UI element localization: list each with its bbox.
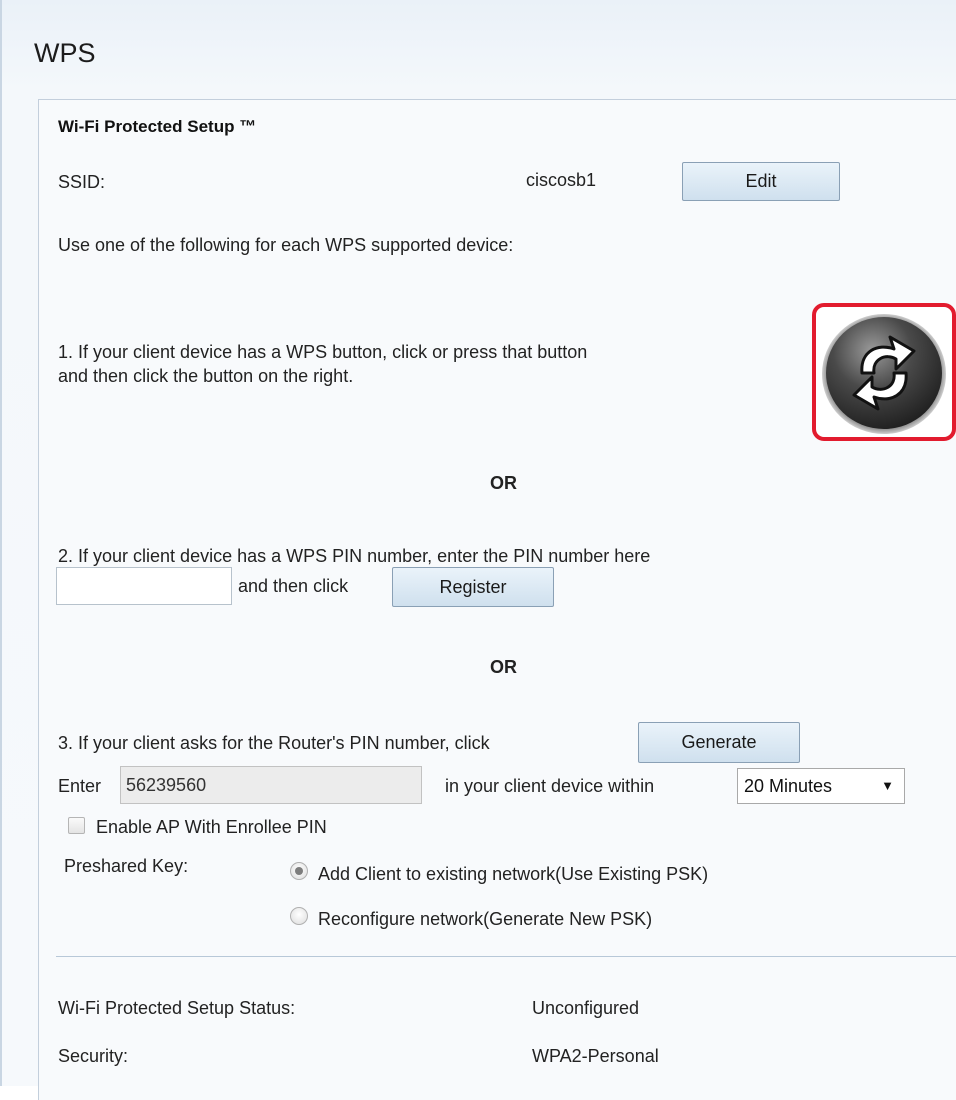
ssid-label: SSID: <box>58 172 106 192</box>
enable-enrollee-checkbox[interactable] <box>68 817 85 834</box>
option3-text: 3. If your client asks for the Router's … <box>58 733 490 753</box>
dropdown-arrow-icon: ▼ <box>881 778 894 793</box>
security-label: Security: <box>58 1046 129 1066</box>
section-divider <box>56 956 956 957</box>
ssid-value: ciscosb1 <box>526 170 597 190</box>
wps-page-frame: WPS Wi-Fi Protected Setup ™ SSID: ciscos… <box>0 0 956 1100</box>
enable-enrollee-label: Enable AP With Enrollee PIN <box>96 817 327 837</box>
wps-status-label: Wi-Fi Protected Setup Status: <box>58 998 296 1018</box>
within-label: in your client device within <box>445 776 655 796</box>
radio-use-existing-psk-label: Add Client to existing network(Use Exist… <box>318 864 709 884</box>
pin-duration-value: 20 Minutes <box>744 776 833 796</box>
preshared-key-label: Preshared Key: <box>64 856 189 876</box>
option2-then-click: and then click <box>238 576 349 596</box>
intro-text: Use one of the following for each WPS su… <box>58 235 514 255</box>
wps-push-button[interactable] <box>812 303 956 441</box>
option1-line1: 1. If your client device has a WPS butto… <box>58 342 588 362</box>
radio-generate-new-psk-label: Reconfigure network(Generate New PSK) <box>318 909 653 929</box>
security-value: WPA2-Personal <box>532 1046 659 1066</box>
option2-text: 2. If your client device has a WPS PIN n… <box>58 546 651 566</box>
enter-label: Enter <box>58 776 102 796</box>
radio-generate-new-psk[interactable] <box>290 907 308 925</box>
register-button[interactable]: Register <box>392 567 554 607</box>
router-pin-field: 56239560 <box>120 766 422 804</box>
wps-sync-icon <box>822 314 946 434</box>
section-title: Wi-Fi Protected Setup ™ <box>58 117 257 136</box>
option1-line2: and then click the button on the right. <box>58 366 354 386</box>
radio-use-existing-psk[interactable] <box>290 862 308 880</box>
pin-input[interactable] <box>56 567 232 605</box>
or-separator-1: OR <box>490 473 517 493</box>
wps-status-value: Unconfigured <box>532 998 640 1018</box>
or-separator-2: OR <box>490 657 517 677</box>
pin-duration-select[interactable]: 20 Minutes ▼ <box>737 768 905 804</box>
generate-button[interactable]: Generate <box>638 722 800 763</box>
edit-ssid-button[interactable]: Edit <box>682 162 840 201</box>
page-title: WPS <box>34 38 96 68</box>
